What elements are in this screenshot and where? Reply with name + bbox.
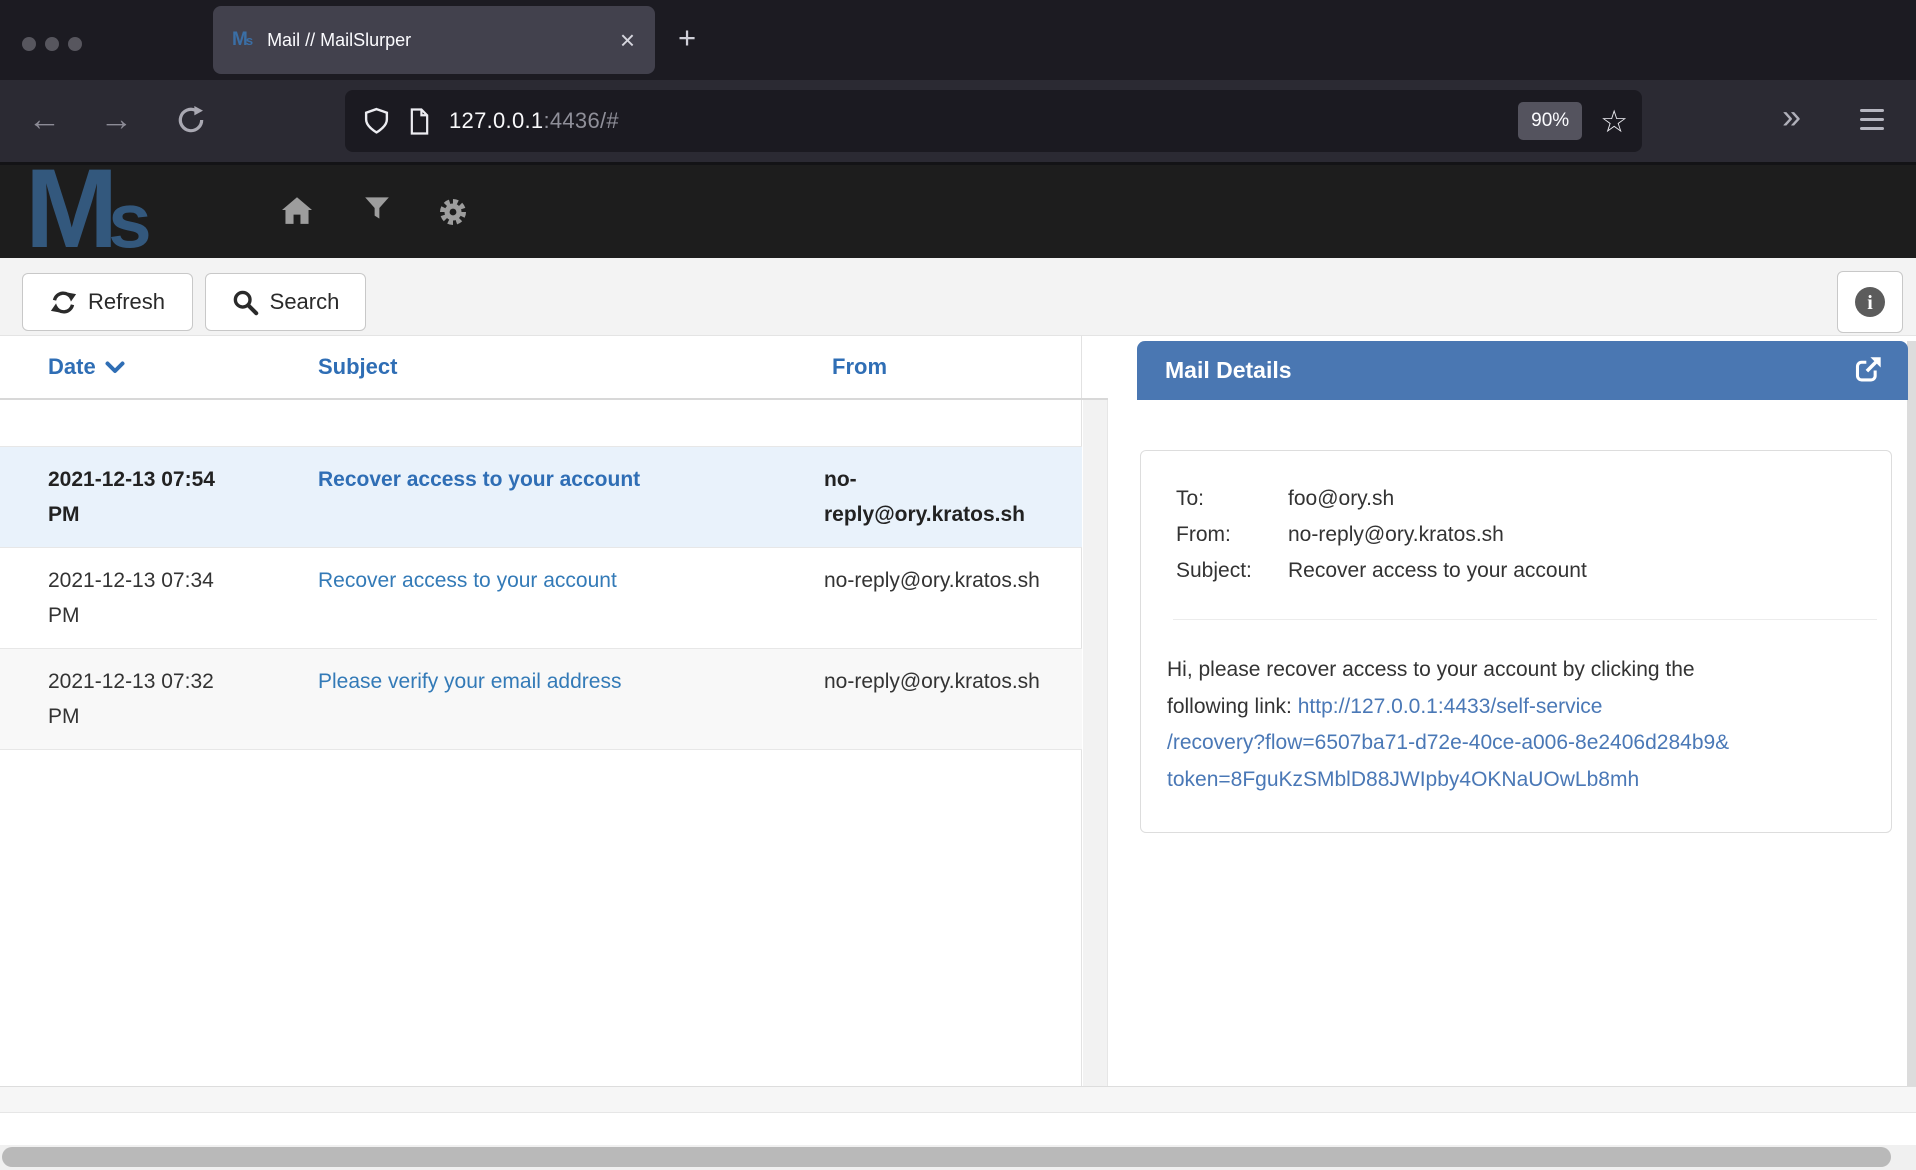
- browser-tab-bar: Ms Mail // MailSlurper × +: [0, 0, 1916, 80]
- refresh-button[interactable]: Refresh: [22, 273, 193, 331]
- search-label: Search: [270, 289, 340, 315]
- mail-from: no-reply@ory.kratos.sh: [824, 462, 1082, 532]
- info-button[interactable]: i: [1837, 271, 1903, 333]
- mailslurper-logo[interactable]: Ms: [25, 157, 152, 272]
- mail-from: no-reply@ory.kratos.sh: [824, 664, 1082, 734]
- bookmark-star-icon[interactable]: ☆: [1600, 106, 1628, 137]
- refresh-label: Refresh: [88, 289, 165, 315]
- field-to: To: foo@ory.sh: [1176, 481, 1891, 517]
- forward-icon[interactable]: →: [100, 102, 133, 135]
- subject-label: Subject:: [1176, 553, 1288, 589]
- tab-title: Mail // MailSlurper: [267, 30, 411, 51]
- mail-row[interactable]: 2021-12-13 07:32 PM Please verify your e…: [0, 648, 1082, 750]
- overflow-chevrons-icon[interactable]: »: [1782, 100, 1801, 134]
- mailslurper-favicon-icon: Ms: [232, 29, 253, 51]
- column-header-from[interactable]: From: [824, 354, 1082, 380]
- browser-tab[interactable]: Ms Mail // MailSlurper ×: [213, 6, 655, 74]
- mail-body: Hi, please recover access to your accoun…: [1141, 620, 1891, 798]
- filter-icon[interactable]: [364, 195, 390, 221]
- mail-details-header: Mail Details: [1137, 341, 1908, 400]
- info-icon: i: [1853, 285, 1887, 319]
- mail-row[interactable]: 2021-12-13 07:54 PM Recover access to yo…: [0, 446, 1082, 547]
- logo-m: M: [25, 157, 114, 261]
- window-control-dot[interactable]: [22, 37, 36, 51]
- window-control-dot[interactable]: [68, 37, 82, 51]
- window-controls[interactable]: [22, 37, 82, 51]
- panel-divider: [1083, 400, 1108, 1086]
- mail-rows: 2021-12-13 07:54 PM Recover access to yo…: [0, 446, 1082, 750]
- home-icon[interactable]: [280, 195, 314, 225]
- mail-subject-link[interactable]: Recover access to your account: [318, 468, 640, 491]
- footer-strip: [0, 1086, 1916, 1113]
- sort-chevron-down-icon: [105, 361, 125, 374]
- browser-nav-toolbar: ← → 127.0.0.1:4436/# 90% ☆: [0, 80, 1916, 162]
- from-header-label: From: [832, 354, 887, 379]
- mail-list-header: Date Subject From: [0, 336, 1108, 400]
- logo-s: s: [108, 168, 151, 272]
- mailslurper-navbar: Ms: [0, 162, 1916, 258]
- field-subject: Subject: Recover access to your account: [1176, 553, 1891, 589]
- column-header-subject[interactable]: Subject: [315, 354, 824, 380]
- mail-date: 2021-12-13 07:54 PM: [0, 462, 315, 532]
- search-button[interactable]: Search: [205, 273, 366, 331]
- recovery-link[interactable]: /recovery?flow=6507ba71-d72e-40ce-a006-8…: [1167, 731, 1729, 754]
- url-bar[interactable]: 127.0.0.1:4436/# 90% ☆: [345, 90, 1642, 152]
- reload-icon[interactable]: [175, 104, 207, 136]
- body-text: following link:: [1167, 695, 1298, 718]
- window-control-dot[interactable]: [45, 37, 59, 51]
- subject-header-label: Subject: [318, 354, 397, 379]
- horizontal-scrollbar[interactable]: [0, 1145, 1916, 1170]
- zoom-level-badge[interactable]: 90%: [1518, 102, 1582, 140]
- svg-text:i: i: [1867, 292, 1873, 314]
- vertical-scrollbar[interactable]: [1907, 341, 1916, 1086]
- back-icon[interactable]: ←: [28, 102, 61, 135]
- mail-date: 2021-12-13 07:34 PM: [0, 563, 315, 633]
- field-from: From: no-reply@ory.kratos.sh: [1176, 517, 1891, 553]
- content: Date Subject From 2021-12-13 07:54 PM Re…: [0, 336, 1916, 1086]
- body-text: Hi, please recover access to your accoun…: [1167, 652, 1871, 689]
- screen: Ms Mail // MailSlurper × + ← →: [0, 0, 1916, 1170]
- favicon-s: s: [246, 33, 253, 48]
- mail-details-card: To: foo@ory.sh From: no-reply@ory.kratos…: [1140, 450, 1892, 833]
- to-label: To:: [1176, 481, 1288, 517]
- column-header-date[interactable]: Date: [0, 354, 315, 380]
- url-text[interactable]: 127.0.0.1:4436/#: [449, 108, 619, 134]
- new-tab-button[interactable]: +: [678, 22, 696, 53]
- date-header-label: Date: [48, 354, 96, 380]
- mail-subject-link[interactable]: Please verify your email address: [318, 670, 621, 693]
- footer-strip: [0, 1114, 1916, 1145]
- gear-icon[interactable]: [436, 195, 470, 229]
- recovery-link[interactable]: token=8FguKzSMblD88JWIpby4OKNaUOwLb8mh: [1167, 768, 1639, 791]
- horizontal-scrollbar-thumb[interactable]: [2, 1147, 1891, 1167]
- from-value: no-reply@ory.kratos.sh: [1288, 517, 1504, 553]
- shield-icon[interactable]: [363, 107, 390, 135]
- mail-details-fields: To: foo@ory.sh From: no-reply@ory.kratos…: [1141, 451, 1891, 589]
- mail-subject-link[interactable]: Recover access to your account: [318, 569, 617, 592]
- search-icon: [232, 289, 259, 316]
- mail-row[interactable]: 2021-12-13 07:34 PM Recover access to yo…: [0, 547, 1082, 648]
- action-bar: Refresh Search i: [0, 258, 1916, 336]
- from-label: From:: [1176, 517, 1288, 553]
- refresh-icon: [50, 289, 77, 316]
- url-host: 127.0.0.1: [449, 108, 543, 133]
- recovery-link[interactable]: http://127.0.0.1:4433/self-service: [1298, 695, 1603, 718]
- to-value: foo@ory.sh: [1288, 481, 1394, 517]
- subject-value: Recover access to your account: [1288, 553, 1587, 589]
- menu-hamburger-icon[interactable]: [1860, 109, 1884, 130]
- external-link-icon[interactable]: [1851, 354, 1884, 387]
- mail-details-title: Mail Details: [1165, 357, 1292, 384]
- mail-from: no-reply@ory.kratos.sh: [824, 563, 1082, 633]
- page-info-icon[interactable]: [408, 107, 431, 136]
- url-port-path: :4436/#: [543, 108, 619, 133]
- tab-close-icon[interactable]: ×: [620, 27, 635, 53]
- mail-date: 2021-12-13 07:32 PM: [0, 664, 315, 734]
